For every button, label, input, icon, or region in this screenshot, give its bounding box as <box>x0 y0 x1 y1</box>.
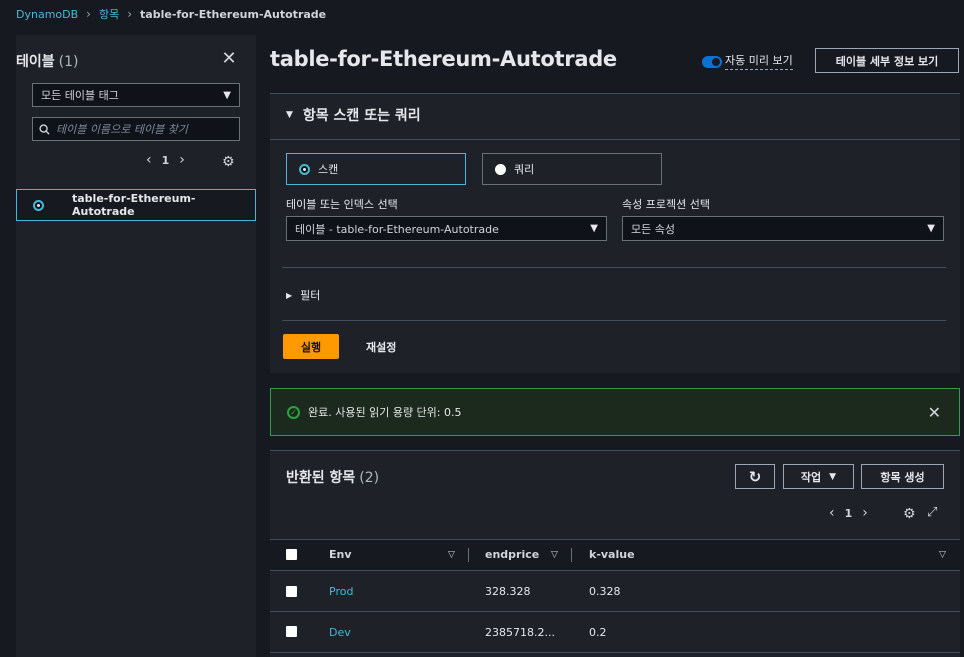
cell-k-value: 0.2 <box>589 626 607 639</box>
column-resizer[interactable] <box>468 548 469 562</box>
query-option-label: 쿼리 <box>514 163 535 176</box>
actions-button-label: 작업 <box>800 470 822 484</box>
caret-down-icon: ▼ <box>829 471 837 482</box>
table-row <box>270 612 960 653</box>
cell-endprice: 328.328 <box>485 585 531 598</box>
refresh-icon: ↻ <box>748 467 762 486</box>
sort-icon[interactable]: ▽ <box>939 550 946 560</box>
chevron-left-icon[interactable]: ‹ <box>146 152 152 168</box>
chevron-right-icon[interactable]: › <box>179 152 185 168</box>
table-radio[interactable] <box>33 199 44 211</box>
caret-down-icon: ▼ <box>590 223 598 234</box>
sidebar-table-count: (1) <box>58 54 79 70</box>
actions-button[interactable]: 작업 ▼ <box>783 464 854 489</box>
breadcrumb-current: table-for-Ethereum-Autotrade <box>140 7 327 21</box>
chevron-right-icon: › <box>86 7 91 21</box>
chevron-left-icon[interactable]: ‹ <box>829 505 835 521</box>
scan-radio[interactable] <box>299 163 310 175</box>
table-index-select-value: 테이블 - table-for-Ethereum-Autotrade <box>295 222 499 236</box>
breadcrumb: DynamoDB › 항목 › table-for-Ethereum-Autot… <box>16 7 326 21</box>
run-button[interactable]: 실행 <box>283 334 339 359</box>
column-resizer[interactable] <box>571 548 572 562</box>
caret-right-icon: ▶ <box>286 290 293 300</box>
success-flash: ✓ 완료. 사용된 읽기 용량 단위: 0.5 ✕ <box>270 388 960 436</box>
scan-query-header[interactable]: ▼ 항목 스캔 또는 쿼리 <box>286 105 421 125</box>
auto-preview-toggle[interactable] <box>702 56 722 68</box>
select-all-checkbox[interactable] <box>286 549 297 560</box>
cell-env[interactable]: Prod <box>329 585 353 598</box>
chevron-right-icon[interactable]: › <box>862 505 868 521</box>
query-radio[interactable] <box>495 163 506 175</box>
sidebar-title-text: 테이블 <box>16 54 55 70</box>
scan-query-title: 항목 스캔 또는 쿼리 <box>302 108 421 124</box>
row-checkbox[interactable] <box>286 626 297 637</box>
caret-down-icon: ▼ <box>286 110 293 120</box>
table-tag-select[interactable]: 모든 테이블 태그 ▼ <box>32 83 240 107</box>
sidebar-pagination: ‹ 1 › <box>146 152 185 168</box>
sidebar-title: 테이블 (1) <box>16 51 78 71</box>
query-option[interactable]: 쿼리 <box>482 153 662 185</box>
chevron-right-icon: › <box>127 7 133 21</box>
reset-button[interactable]: 재설정 <box>366 339 396 355</box>
close-icon[interactable]: ✕ <box>220 50 238 68</box>
scan-option-label: 스캔 <box>318 163 339 176</box>
expand-icon[interactable]: ⤢ <box>927 505 937 520</box>
returned-items-count: (2) <box>359 470 380 486</box>
gear-icon[interactable]: ⚙ <box>903 506 916 522</box>
caret-down-icon: ▼ <box>223 89 231 101</box>
table-index-select[interactable]: 테이블 - table-for-Ethereum-Autotrade ▼ <box>286 216 607 241</box>
table-tag-select-value: 모든 테이블 태그 <box>41 89 119 102</box>
column-header-k-value[interactable]: k-value <box>589 548 635 561</box>
sort-icon[interactable]: ▽ <box>448 550 455 560</box>
table-list-item[interactable]: table-for-Ethereum-Autotrade <box>16 189 256 221</box>
create-item-button[interactable]: 항목 생성 <box>861 464 944 489</box>
breadcrumb-items[interactable]: 항목 <box>99 6 119 22</box>
table-search-input[interactable] <box>56 122 226 136</box>
view-table-details-button[interactable]: 테이블 세부 정보 보기 <box>815 48 959 73</box>
flash-message: 완료. 사용된 읽기 용량 단위: 0.5 <box>308 406 462 419</box>
cell-env[interactable]: Dev <box>329 626 351 639</box>
row-checkbox[interactable] <box>286 586 297 597</box>
divider <box>270 139 960 140</box>
cell-k-value: 0.328 <box>589 585 621 598</box>
search-icon <box>39 123 50 135</box>
breadcrumb-dynamodb[interactable]: DynamoDB <box>16 8 78 21</box>
auto-preview-label[interactable]: 자동 미리 보기 <box>725 52 793 70</box>
caret-down-icon: ▼ <box>927 223 935 234</box>
filter-expander[interactable]: ▶ 필터 <box>286 287 320 303</box>
check-circle-icon: ✓ <box>287 405 300 419</box>
sort-icon[interactable]: ▽ <box>551 550 558 560</box>
close-icon[interactable]: ✕ <box>928 403 941 422</box>
table-search[interactable] <box>32 117 240 141</box>
table-name: table-for-Ethereum-Autotrade <box>72 192 196 218</box>
column-header-endprice[interactable]: endprice <box>485 548 539 561</box>
projection-label: 속성 프로젝션 선택 <box>622 198 710 211</box>
column-header-env[interactable]: Env <box>329 548 352 561</box>
gear-icon[interactable]: ⚙ <box>222 154 235 170</box>
table-index-label: 테이블 또는 인덱스 선택 <box>286 198 398 211</box>
returned-items-title-text: 반환된 항목 <box>286 470 356 486</box>
results-pagination: ‹ 1 › <box>829 505 868 521</box>
results-page-number[interactable]: 1 <box>845 507 853 520</box>
cell-endprice: 2385718.2... <box>485 626 555 639</box>
returned-items-title: 반환된 항목 (2) <box>286 467 379 487</box>
sidebar-page-number[interactable]: 1 <box>162 154 170 167</box>
projection-select-value: 모든 속성 <box>631 222 675 236</box>
page-title: table-for-Ethereum-Autotrade <box>270 47 617 71</box>
projection-select[interactable]: 모든 속성 ▼ <box>622 216 944 241</box>
scan-option[interactable]: 스캔 <box>286 153 466 185</box>
divider <box>282 267 946 268</box>
refresh-button[interactable]: ↻ <box>735 464 775 489</box>
divider <box>282 320 946 321</box>
filter-label: 필터 <box>300 289 321 302</box>
